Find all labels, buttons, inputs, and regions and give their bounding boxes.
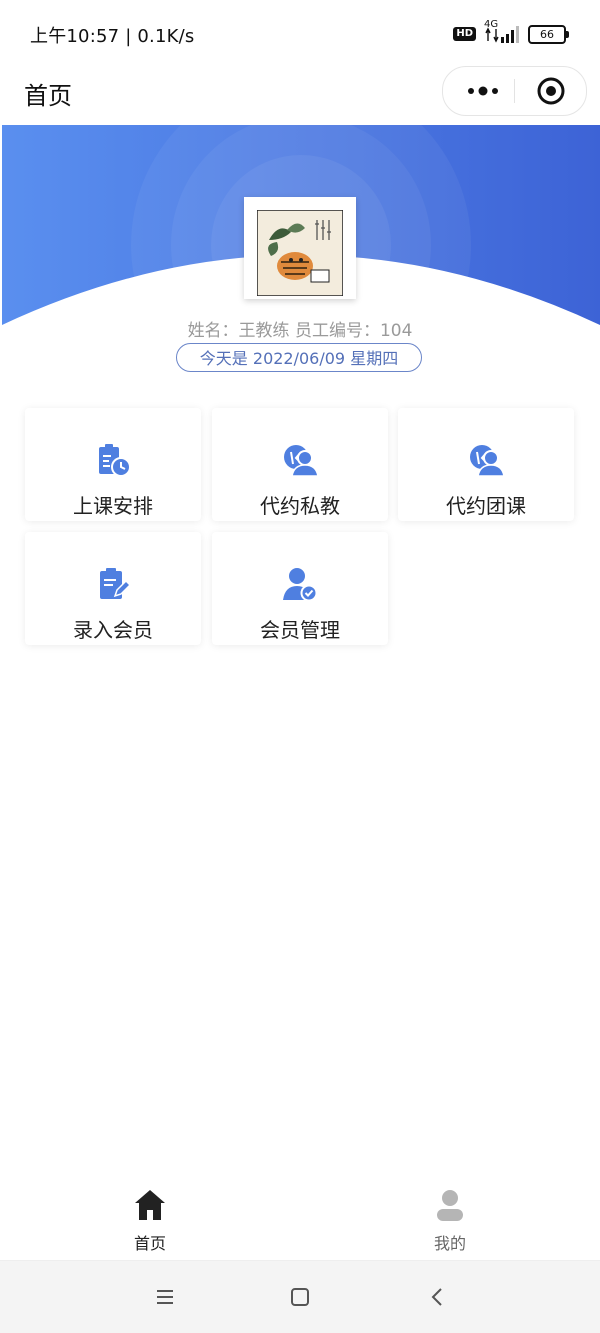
capsule-divider — [514, 79, 515, 103]
menu-item-group-class[interactable]: 代约团课 — [398, 408, 574, 521]
tab-mine-label: 我的 — [433, 1234, 466, 1253]
battery-icon: 66 — [528, 24, 569, 44]
nav-bar: 首页 — [0, 66, 600, 126]
menu-label: 会员管理 — [260, 618, 340, 642]
system-navigation-bar — [0, 1261, 600, 1333]
menu-label: 上课安排 — [73, 494, 153, 518]
private-coach-icon — [284, 445, 318, 477]
status-indicators: HD 4G 66 — [453, 19, 569, 46]
status-bar: 上午10:57 | 0.1K/s HD 4G 66 — [0, 0, 600, 66]
target-circle-icon[interactable] — [536, 76, 566, 106]
home-icon — [135, 1190, 165, 1220]
network-type: 4G — [484, 19, 499, 30]
menu-item-add-member[interactable]: 录入会员 — [25, 532, 201, 645]
clipboard-edit-icon — [100, 568, 131, 599]
menu-item-private-coach[interactable]: 代约私教 — [212, 408, 388, 521]
date-badge: 今天是 2022/06/09 星期四 — [176, 343, 422, 372]
avatar[interactable] — [244, 197, 356, 299]
status-time: 上午10:57 | 0.1K/s — [30, 26, 195, 47]
menu-item-member-management[interactable]: 会员管理 — [212, 532, 388, 645]
battery-level: 66 — [540, 27, 554, 41]
back-chevron-icon[interactable] — [426, 1285, 450, 1309]
avatar-image — [257, 210, 343, 296]
hd-badge: HD — [453, 27, 476, 41]
tab-home-label: 首页 — [133, 1234, 166, 1253]
menu-item-class-schedule[interactable]: 上课安排 — [25, 408, 201, 521]
menu-label: 代约团课 — [446, 494, 526, 518]
tab-home[interactable]: 首页 — [50, 1180, 250, 1260]
member-check-icon — [283, 568, 318, 602]
group-class-icon — [470, 445, 504, 477]
page-title: 首页 — [24, 82, 72, 110]
mini-program-capsule — [442, 66, 587, 116]
schedule-clock-icon — [99, 444, 131, 477]
menu-label: 代约私教 — [260, 494, 340, 518]
user-icon — [437, 1190, 463, 1221]
bottom-tab-bar: 首页 我的 — [0, 1180, 600, 1261]
coach-info: 姓名：王教练 员工编号：104 — [187, 321, 413, 341]
home-square-icon[interactable] — [288, 1285, 312, 1309]
menu-lines-icon[interactable] — [153, 1285, 177, 1309]
tab-mine[interactable]: 我的 — [350, 1180, 550, 1260]
menu-label: 录入会员 — [73, 618, 153, 642]
more-dots-icon[interactable] — [463, 77, 503, 105]
signal-icon: 4G — [482, 19, 522, 45]
